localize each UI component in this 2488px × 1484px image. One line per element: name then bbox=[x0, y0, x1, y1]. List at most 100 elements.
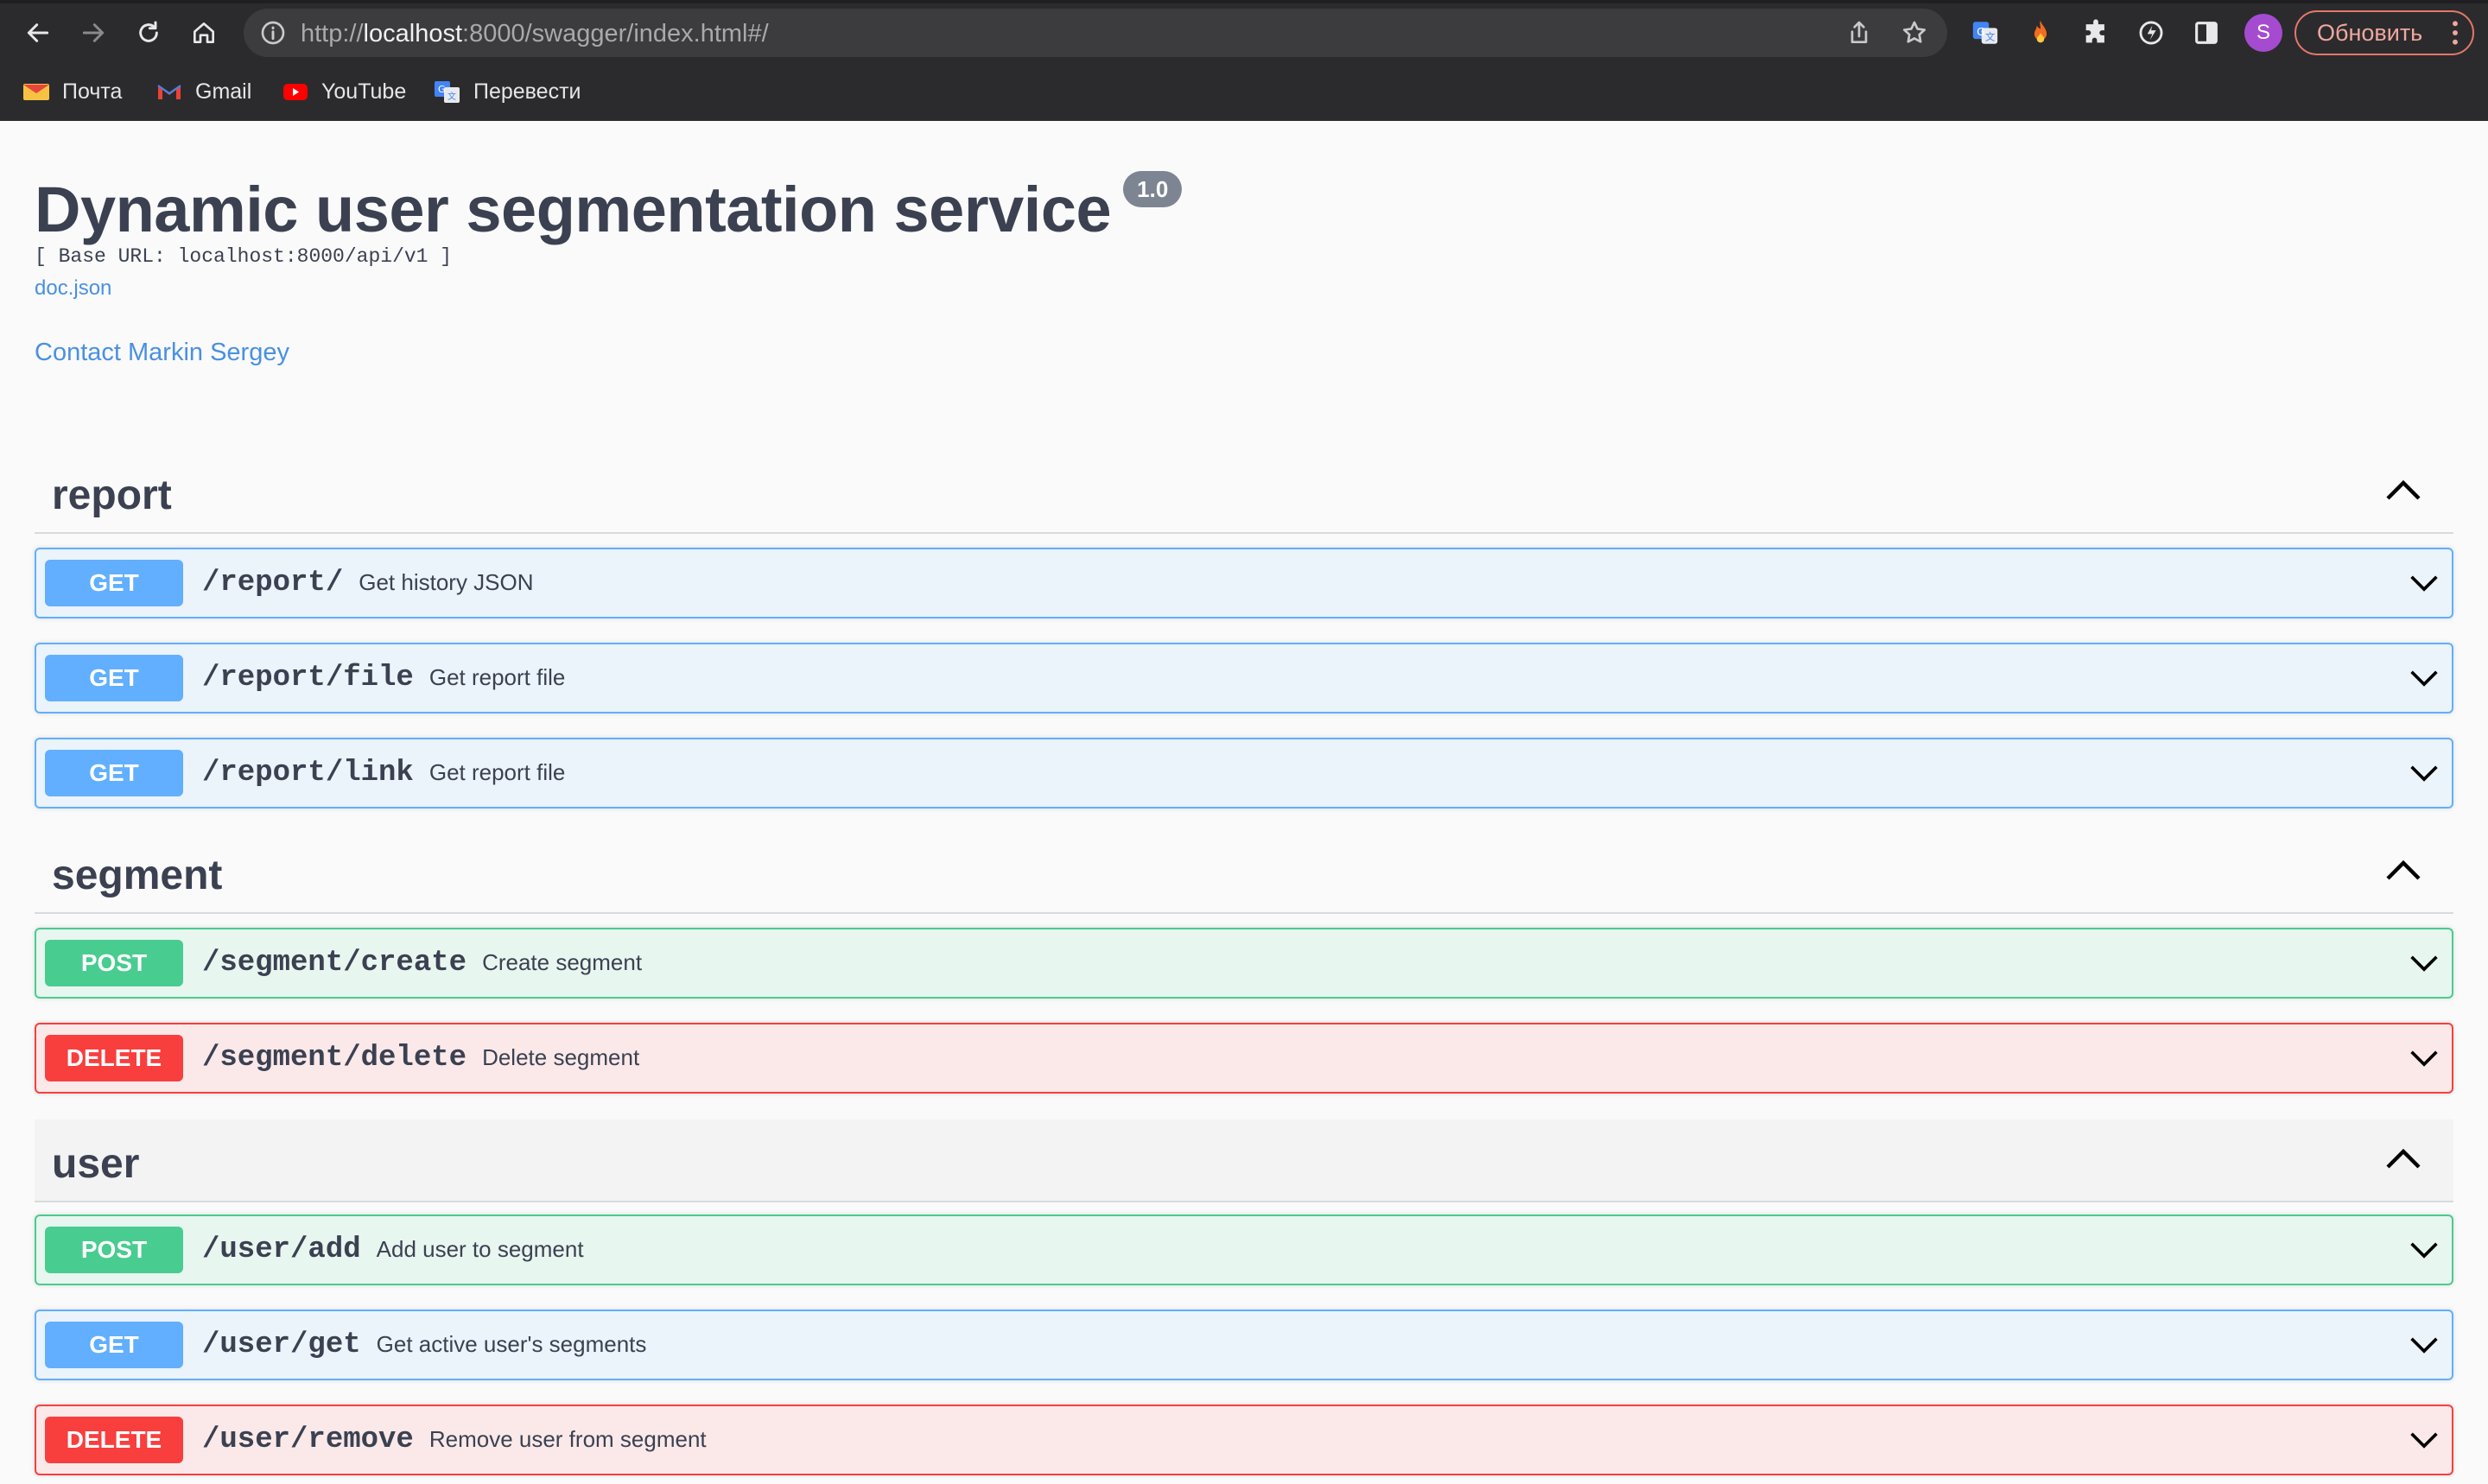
svg-text:G: G bbox=[438, 84, 446, 95]
method-badge: DELETE bbox=[45, 1417, 183, 1463]
operation-summary: Add user to segment bbox=[376, 1236, 584, 1262]
gmail-icon bbox=[157, 85, 181, 99]
chevron-down-icon[interactable] bbox=[2409, 953, 2440, 973]
operation-post-segment-create[interactable]: POST /segment/create Create segment bbox=[35, 928, 2453, 999]
operation-summary: Get report file bbox=[428, 664, 566, 690]
bookmark-star-icon[interactable] bbox=[1901, 19, 1928, 47]
forward-arrow-icon bbox=[82, 23, 105, 42]
operation-get-report-link[interactable]: GET /report/link Get report file bbox=[35, 738, 2453, 809]
method-badge: POST bbox=[45, 940, 183, 986]
tag-section-segment[interactable]: segment bbox=[35, 831, 2453, 914]
forward-button[interactable] bbox=[76, 16, 111, 50]
google-translate-extension[interactable]: G文 bbox=[1968, 16, 2002, 50]
bookmark-mail[interactable]: Почта bbox=[22, 74, 122, 109]
path-text: /segment/create bbox=[202, 947, 467, 980]
svg-text:文: 文 bbox=[1985, 31, 1995, 43]
fire-extension[interactable] bbox=[2023, 16, 2058, 50]
browser-chrome: http://localhost:8000/swagger/index.html… bbox=[0, 0, 2488, 121]
tag-name: segment bbox=[52, 853, 223, 898]
back-arrow-icon bbox=[27, 23, 49, 42]
address-url[interactable]: http://localhost:8000/swagger/index.html… bbox=[301, 20, 769, 48]
chevron-down-icon[interactable] bbox=[2409, 1240, 2440, 1260]
version-badge: 1.0 bbox=[1123, 171, 1183, 207]
reload-button[interactable] bbox=[131, 16, 166, 50]
operation-path: /segment/delete Delete segment bbox=[202, 1042, 639, 1075]
operation-summary: Delete segment bbox=[482, 1044, 640, 1070]
method-badge: POST bbox=[45, 1227, 183, 1273]
puzzle-icon bbox=[2085, 19, 2104, 43]
operation-delete-segment[interactable]: DELETE /segment/delete Delete segment bbox=[35, 1023, 2453, 1094]
more-menu-icon[interactable] bbox=[2452, 19, 2459, 47]
update-button[interactable]: Обновить bbox=[2294, 10, 2474, 55]
tag-section-user[interactable]: user bbox=[35, 1119, 2453, 1202]
doc-json-link[interactable]: doc.json bbox=[35, 276, 111, 301]
chevron-down-icon[interactable] bbox=[2409, 763, 2440, 783]
operation-path: /user/add Add user to segment bbox=[202, 1233, 584, 1266]
site-info-icon[interactable] bbox=[259, 19, 287, 47]
method-badge: DELETE bbox=[45, 1035, 183, 1081]
operation-summary: Get history JSON bbox=[359, 569, 534, 595]
bookmarks-bar: Почта Gmail YouTube G文 Перевести bbox=[0, 71, 2488, 114]
chevron-up-icon[interactable] bbox=[2384, 1145, 2422, 1171]
mail-icon bbox=[23, 84, 49, 100]
translate-icon: G文 bbox=[435, 81, 460, 103]
operation-path: /user/get Get active user's segments bbox=[202, 1329, 646, 1361]
operation-delete-user-remove[interactable]: DELETE /user/remove Remove user from segm… bbox=[35, 1405, 2453, 1475]
bookmark-gmail[interactable]: Gmail bbox=[156, 74, 251, 109]
home-icon bbox=[194, 22, 214, 43]
operation-get-report[interactable]: GET /report/Get history JSON bbox=[35, 548, 2453, 618]
operation-path: /report/Get history JSON bbox=[202, 567, 534, 599]
bookmark-translate[interactable]: G文 Перевести bbox=[434, 74, 581, 109]
bookmark-label: Перевести bbox=[473, 79, 581, 104]
operation-post-user-add[interactable]: POST /user/add Add user to segment bbox=[35, 1214, 2453, 1285]
youtube-icon bbox=[283, 84, 308, 100]
chevron-down-icon[interactable] bbox=[2409, 1048, 2440, 1069]
operation-summary: Get active user's segments bbox=[376, 1331, 647, 1357]
tag-name: report bbox=[52, 472, 172, 518]
path-text: /user/get bbox=[202, 1329, 361, 1361]
tag-section-report[interactable]: report bbox=[35, 451, 2453, 534]
path-text: /user/remove bbox=[202, 1424, 414, 1456]
method-badge: GET bbox=[45, 560, 183, 606]
operation-get-report-file[interactable]: GET /report/file Get report file bbox=[35, 643, 2453, 713]
path-text: /report/ bbox=[202, 567, 344, 599]
operation-summary: Create segment bbox=[482, 949, 643, 975]
reload-icon bbox=[139, 21, 158, 42]
chevron-down-icon[interactable] bbox=[2409, 573, 2440, 593]
url-prefix: http:// bbox=[301, 20, 364, 48]
operation-path: /report/link Get report file bbox=[202, 757, 565, 790]
bookmark-youtube[interactable]: YouTube bbox=[282, 74, 406, 109]
chevron-down-icon[interactable] bbox=[2409, 1335, 2440, 1355]
side-panel-button[interactable] bbox=[2189, 16, 2224, 50]
extensions-button[interactable] bbox=[2079, 16, 2113, 50]
svg-text:文: 文 bbox=[447, 91, 456, 102]
operation-summary: Remove user from segment bbox=[428, 1426, 707, 1452]
base-url: [ Base URL: localhost:8000/api/v1 ] bbox=[35, 245, 453, 268]
operation-path: /report/file Get report file bbox=[202, 662, 565, 694]
update-label: Обновить bbox=[2317, 19, 2423, 46]
operation-summary: Get report file bbox=[428, 759, 566, 785]
operation-get-user[interactable]: GET /user/get Get active user's segments bbox=[35, 1310, 2453, 1380]
back-button[interactable] bbox=[21, 16, 55, 50]
api-info-header: Dynamic user segmentation service 1.0 bbox=[35, 171, 1183, 242]
share-icon[interactable] bbox=[1845, 19, 1873, 47]
path-text: /segment/delete bbox=[202, 1042, 467, 1075]
path-text: /user/add bbox=[202, 1233, 361, 1266]
svg-text:G: G bbox=[1977, 26, 1985, 39]
address-bar[interactable]: http://localhost:8000/swagger/index.html… bbox=[244, 9, 1947, 57]
contact-link[interactable]: Contact Markin Sergey bbox=[35, 339, 289, 367]
bookmark-label: Почта bbox=[62, 79, 123, 104]
chevron-down-icon[interactable] bbox=[2409, 1430, 2440, 1450]
url-host: localhost bbox=[363, 20, 463, 48]
chevron-down-icon[interactable] bbox=[2409, 668, 2440, 688]
browser-toolbar: http://localhost:8000/swagger/index.html… bbox=[0, 0, 2488, 66]
operation-path: /user/remove Remove user from segment bbox=[202, 1424, 707, 1456]
profile-avatar[interactable]: S bbox=[2244, 14, 2282, 52]
chevron-up-icon[interactable] bbox=[2384, 857, 2422, 883]
method-badge: GET bbox=[45, 750, 183, 796]
home-button[interactable] bbox=[187, 16, 221, 50]
path-text: /report/file bbox=[202, 662, 414, 694]
tag-name: user bbox=[52, 1141, 140, 1187]
chevron-up-icon[interactable] bbox=[2384, 477, 2422, 503]
performance-button[interactable] bbox=[2134, 16, 2168, 50]
